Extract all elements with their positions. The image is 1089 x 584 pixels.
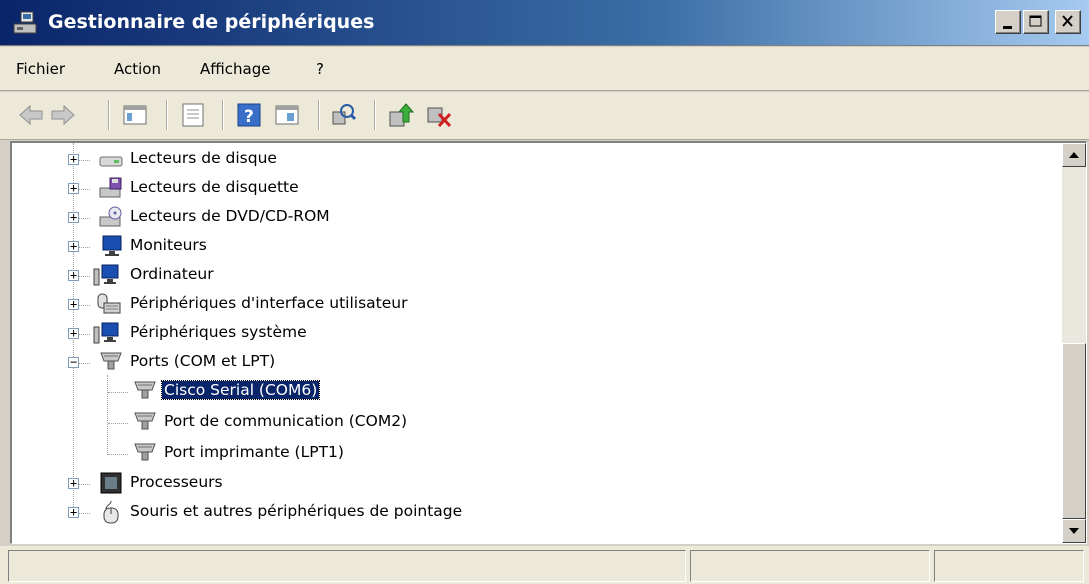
tree-item-processeurs[interactable]: + Processeurs (12, 470, 1052, 498)
expand-toggle[interactable]: + (68, 239, 79, 253)
floppy-drive-icon (98, 176, 124, 200)
properties-icon[interactable] (178, 100, 208, 130)
tree-item-label: Ports (COM et LPT) (130, 352, 276, 370)
tree-item-cisco-serial[interactable]: Cisco Serial (COM6) (12, 378, 1052, 406)
computer-icon (92, 263, 119, 287)
expand-toggle[interactable]: + (68, 476, 79, 490)
minimize-button[interactable] (995, 10, 1021, 34)
disk-drive-icon (98, 147, 124, 171)
tree-item-lecteurs-dvd[interactable]: + Lecteurs de DVD/CD-ROM (12, 204, 1052, 232)
tree-item-label: Lecteurs de disquette (130, 178, 299, 196)
tree-item-label: Ordinateur (130, 265, 214, 283)
tree-item-ports[interactable]: − Ports (COM et LPT) (12, 349, 1052, 377)
tree-item-label: Lecteurs de disque (130, 149, 277, 167)
collapse-toggle[interactable]: − (68, 355, 79, 369)
help-icon[interactable]: ? (234, 100, 264, 130)
tree-item-peripheriques-systeme[interactable]: + Périphériques système (12, 320, 1052, 348)
device-manager-icon (12, 10, 40, 36)
expand-toggle[interactable]: + (68, 152, 79, 166)
toolbar-separator (108, 100, 110, 130)
tree-item-ordinateur[interactable]: + Ordinateur (12, 262, 1052, 290)
expand-toggle[interactable]: + (68, 326, 79, 340)
scroll-thumb[interactable] (1062, 343, 1086, 519)
tree-item-port-communication[interactable]: Port de communication (COM2) (12, 409, 1052, 437)
port-icon (132, 441, 158, 465)
processor-icon (98, 471, 124, 495)
system-device-icon (92, 321, 119, 345)
menu-fichier[interactable]: Fichier (16, 60, 65, 78)
scroll-down-button[interactable] (1062, 519, 1086, 543)
window-title: Gestionnaire de périphériques (48, 11, 375, 33)
port-icon (98, 350, 124, 374)
tree-item-port-imprimante[interactable]: Port imprimante (LPT1) (12, 440, 1052, 468)
expand-toggle[interactable]: + (68, 268, 79, 282)
menu-affichage[interactable]: Affichage (200, 60, 270, 78)
update-driver-icon[interactable] (386, 100, 416, 130)
tree-item-lecteurs-de-disquette[interactable]: + Lecteurs de disquette (12, 175, 1052, 203)
tree-item-souris[interactable]: + Souris et autres périphériques de poin… (12, 499, 1052, 527)
status-bar (0, 546, 1089, 584)
toolbar-separator (318, 100, 320, 130)
tree-item-label: Lecteurs de DVD/CD-ROM (130, 207, 330, 225)
scroll-up-button[interactable] (1062, 143, 1086, 167)
toolbar-separator (166, 100, 168, 130)
tree-item-label: Processeurs (130, 473, 223, 491)
status-panel-main (8, 550, 686, 582)
uninstall-icon[interactable] (424, 100, 454, 130)
vertical-scrollbar[interactable] (1062, 143, 1086, 543)
status-panel (934, 550, 1084, 582)
port-icon (132, 379, 158, 403)
expand-toggle[interactable]: + (68, 505, 79, 519)
back-icon[interactable] (16, 100, 46, 130)
tree-item-label: Périphériques système (130, 323, 307, 341)
tree-item-label: Port de communication (COM2) (164, 412, 408, 430)
device-manager-window: Gestionnaire de périphériques Fichier Ac… (0, 0, 1089, 584)
forward-icon[interactable] (48, 100, 78, 130)
tree-item-hid[interactable]: + Périphériques d'interface utilisateur (12, 291, 1052, 319)
toolbar-separator (222, 100, 224, 130)
tree-item-moniteurs[interactable]: + Moniteurs (12, 233, 1052, 261)
device-tree[interactable]: + Lecteurs de disque + Lecteurs de disqu… (10, 141, 1087, 544)
expand-toggle[interactable]: + (68, 297, 79, 311)
tree-item-label: Port imprimante (LPT1) (164, 443, 344, 461)
tree-item-label: Périphériques d'interface utilisateur (130, 294, 408, 312)
maximize-button[interactable] (1023, 10, 1049, 34)
monitor-icon (98, 234, 124, 258)
svg-text:?: ? (244, 107, 254, 127)
menu-bar: Fichier Action Affichage ? (0, 47, 1089, 91)
console-tree-icon[interactable] (120, 100, 150, 130)
mouse-icon (98, 500, 124, 524)
expand-toggle[interactable]: + (68, 181, 79, 195)
status-panel (690, 550, 930, 582)
tree-item-label-selected: Cisco Serial (COM6) (160, 380, 321, 400)
show-hide-icon[interactable] (272, 100, 302, 130)
toolbar: ? (0, 92, 1089, 140)
menu-help[interactable]: ? (316, 60, 324, 78)
hid-icon (92, 292, 121, 316)
menu-action[interactable]: Action (114, 60, 161, 78)
tree-item-label: Moniteurs (130, 236, 207, 254)
tree-item-lecteurs-de-disque[interactable]: + Lecteurs de disque (12, 146, 1052, 174)
scan-hardware-icon[interactable] (328, 100, 358, 130)
close-button[interactable] (1055, 10, 1081, 34)
port-icon (132, 410, 158, 434)
tree-item-label: Souris et autres périphériques de pointa… (130, 502, 463, 520)
title-bar[interactable]: Gestionnaire de périphériques (0, 0, 1089, 46)
expand-toggle[interactable]: + (68, 210, 79, 224)
dvd-drive-icon (98, 205, 124, 229)
toolbar-separator (374, 100, 376, 130)
